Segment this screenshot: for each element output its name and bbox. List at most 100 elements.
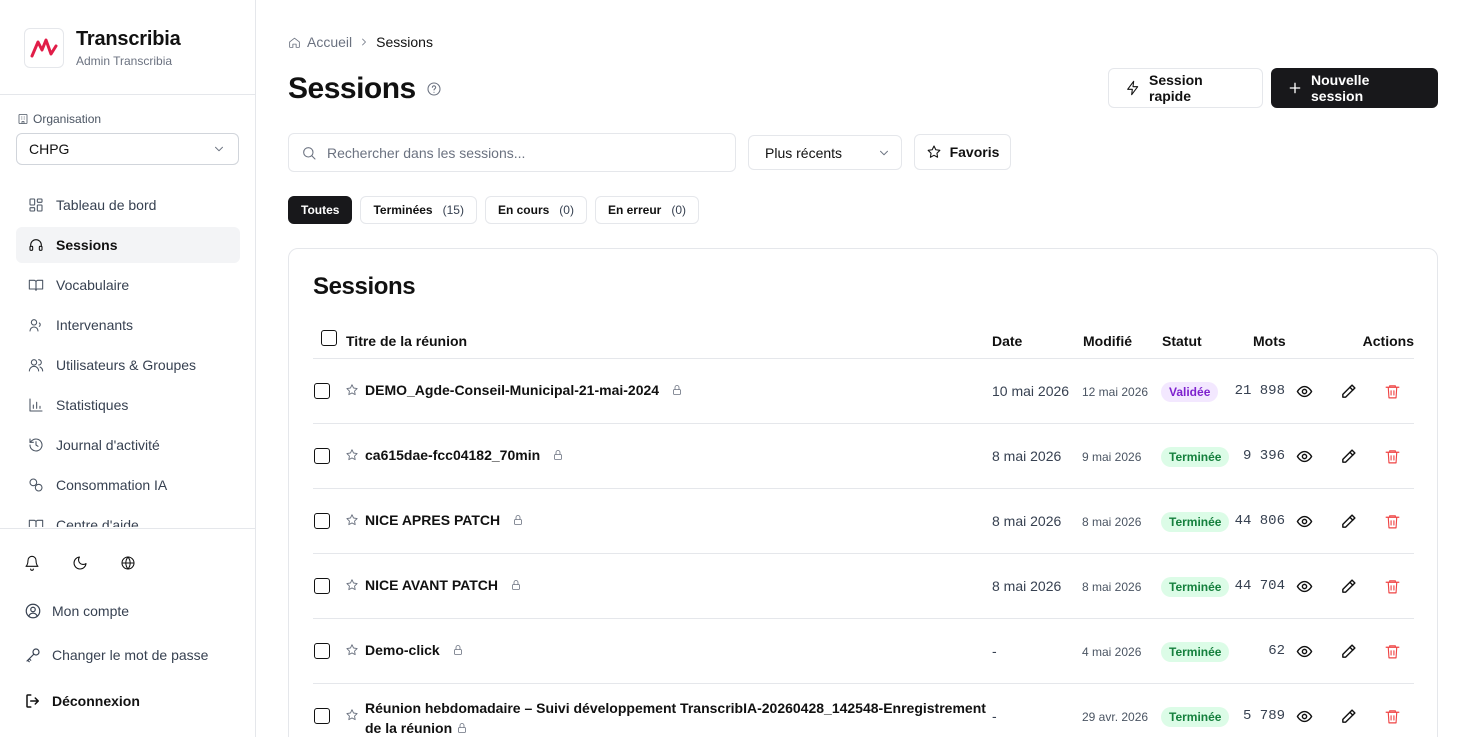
moon-icon[interactable] bbox=[72, 555, 88, 571]
brand[interactable]: Transcribia Admin Transcribia bbox=[24, 27, 181, 68]
search-input[interactable] bbox=[327, 144, 707, 161]
sidebar-item-users-groups[interactable]: Utilisateurs & Groupes bbox=[16, 347, 240, 383]
sidebar-item-statistics[interactable]: Statistiques bbox=[16, 387, 240, 423]
row-checkbox[interactable] bbox=[314, 383, 330, 399]
session-date: - bbox=[992, 643, 997, 659]
tab-all[interactable]: Toutes bbox=[288, 196, 353, 224]
col-title[interactable]: Titre de la réunion bbox=[346, 333, 467, 349]
favorites-button[interactable]: Favoris bbox=[914, 134, 1011, 170]
session-modified: 8 mai 2026 bbox=[1082, 580, 1142, 594]
col-status[interactable]: Statut bbox=[1162, 333, 1202, 349]
delete-icon[interactable] bbox=[1384, 708, 1401, 725]
plus-icon bbox=[1287, 80, 1303, 96]
sidebar-item-label: Statistiques bbox=[56, 397, 129, 413]
change-password-link[interactable]: Changer le mot de passe bbox=[24, 646, 208, 664]
view-icon[interactable] bbox=[1296, 513, 1313, 530]
edit-icon[interactable] bbox=[1340, 448, 1357, 465]
delete-icon[interactable] bbox=[1384, 578, 1401, 595]
brand-name: Transcribia bbox=[76, 28, 181, 50]
help-circle-icon[interactable] bbox=[426, 81, 442, 97]
table-row[interactable]: Demo-click - 4 mai 2026 Terminée 62 bbox=[313, 619, 1414, 684]
view-icon[interactable] bbox=[1296, 383, 1313, 400]
col-modified[interactable]: Modifié bbox=[1083, 333, 1132, 349]
star-icon[interactable] bbox=[345, 708, 359, 722]
star-icon[interactable] bbox=[345, 513, 359, 527]
edit-icon[interactable] bbox=[1340, 643, 1357, 660]
edit-icon[interactable] bbox=[1340, 513, 1357, 530]
user-circle-icon bbox=[24, 602, 42, 620]
sidebar-item-activity-log[interactable]: Journal d'activité bbox=[16, 427, 240, 463]
edit-icon[interactable] bbox=[1340, 708, 1357, 725]
delete-icon[interactable] bbox=[1384, 383, 1401, 400]
quick-session-button[interactable]: Session rapide bbox=[1108, 68, 1263, 108]
dashboard-icon bbox=[28, 197, 44, 213]
table-row[interactable]: NICE APRES PATCH 8 mai 2026 8 mai 2026 T… bbox=[313, 489, 1414, 554]
session-modified: 8 mai 2026 bbox=[1082, 515, 1142, 529]
breadcrumb-home[interactable]: Accueil bbox=[307, 34, 352, 50]
col-date[interactable]: Date bbox=[992, 333, 1022, 349]
word-count: 44 704 bbox=[1234, 578, 1285, 594]
row-checkbox[interactable] bbox=[314, 448, 330, 464]
sidebar-item-sessions[interactable]: Sessions bbox=[16, 227, 240, 263]
table-header: Titre de la réunion Date Modifié Statut … bbox=[313, 325, 1414, 359]
delete-icon[interactable] bbox=[1384, 513, 1401, 530]
session-title[interactable]: DEMO_Agde-Conseil-Municipal-21-mai-2024 bbox=[365, 382, 683, 398]
tab-error[interactable]: En erreur (0) bbox=[594, 196, 699, 224]
view-icon[interactable] bbox=[1296, 708, 1313, 725]
session-title[interactable]: Réunion hebdomadaire – Suivi développeme… bbox=[365, 698, 1005, 737]
edit-icon[interactable] bbox=[1340, 383, 1357, 400]
session-title[interactable]: Demo-click bbox=[365, 642, 464, 658]
lock-icon bbox=[512, 514, 524, 526]
word-count: 5 789 bbox=[1242, 708, 1285, 724]
my-account-link[interactable]: Mon compte bbox=[24, 602, 129, 620]
logout-button[interactable]: Déconnexion bbox=[24, 692, 140, 710]
sidebar-item-help-center[interactable]: Centre d'aide bbox=[16, 507, 240, 527]
sessions-table: Titre de la réunion Date Modifié Statut … bbox=[313, 325, 1414, 737]
star-icon[interactable] bbox=[345, 578, 359, 592]
session-title[interactable]: NICE AVANT PATCH bbox=[365, 577, 522, 593]
sidebar-item-speakers[interactable]: Intervenants bbox=[16, 307, 240, 343]
table-row[interactable]: NICE AVANT PATCH 8 mai 2026 8 mai 2026 T… bbox=[313, 554, 1414, 619]
organisation-value: CHPG bbox=[29, 141, 70, 157]
sidebar-item-dashboard[interactable]: Tableau de bord bbox=[16, 187, 240, 223]
view-icon[interactable] bbox=[1296, 578, 1313, 595]
tab-in-progress[interactable]: En cours (0) bbox=[484, 196, 587, 224]
bell-icon[interactable] bbox=[24, 555, 40, 571]
breadcrumb: Accueil Sessions bbox=[288, 34, 433, 50]
speaker-icon bbox=[28, 317, 44, 333]
page-title: Sessions bbox=[288, 72, 442, 106]
view-icon[interactable] bbox=[1296, 448, 1313, 465]
organisation-select[interactable]: CHPG bbox=[16, 133, 239, 165]
sidebar-item-vocabulary[interactable]: Vocabulaire bbox=[16, 267, 240, 303]
tab-completed[interactable]: Terminées (15) bbox=[360, 196, 477, 224]
sidebar-item-label: Intervenants bbox=[56, 317, 134, 333]
row-checkbox[interactable] bbox=[314, 578, 330, 594]
star-icon[interactable] bbox=[345, 643, 359, 657]
edit-icon[interactable] bbox=[1340, 578, 1357, 595]
session-title-text: NICE APRES PATCH bbox=[365, 512, 501, 528]
chevron-right-icon bbox=[358, 36, 370, 48]
session-title[interactable]: NICE APRES PATCH bbox=[365, 512, 524, 528]
view-icon[interactable] bbox=[1296, 643, 1313, 660]
table-row[interactable]: ca615dae-fcc04182_70min 8 mai 2026 9 mai… bbox=[313, 424, 1414, 489]
sidebar-item-ai-usage[interactable]: Consommation IA bbox=[16, 467, 240, 503]
table-row[interactable]: Réunion hebdomadaire – Suivi développeme… bbox=[313, 684, 1414, 737]
sort-select[interactable]: Plus récents bbox=[748, 135, 902, 170]
delete-icon[interactable] bbox=[1384, 448, 1401, 465]
delete-icon[interactable] bbox=[1384, 643, 1401, 660]
globe-icon[interactable] bbox=[120, 555, 136, 571]
divider bbox=[0, 528, 256, 529]
table-row[interactable]: DEMO_Agde-Conseil-Municipal-21-mai-2024 … bbox=[313, 359, 1414, 424]
col-words[interactable]: Mots bbox=[1253, 333, 1286, 349]
home-icon[interactable] bbox=[288, 36, 301, 49]
star-icon[interactable] bbox=[345, 448, 359, 462]
new-session-button[interactable]: Nouvelle session bbox=[1271, 68, 1438, 108]
row-checkbox[interactable] bbox=[314, 513, 330, 529]
row-checkbox[interactable] bbox=[314, 708, 330, 724]
star-icon[interactable] bbox=[345, 383, 359, 397]
help-book-icon bbox=[28, 517, 44, 527]
session-title[interactable]: ca615dae-fcc04182_70min bbox=[365, 447, 564, 463]
row-checkbox[interactable] bbox=[314, 643, 330, 659]
select-all-checkbox[interactable] bbox=[321, 330, 337, 346]
star-icon bbox=[926, 144, 942, 160]
